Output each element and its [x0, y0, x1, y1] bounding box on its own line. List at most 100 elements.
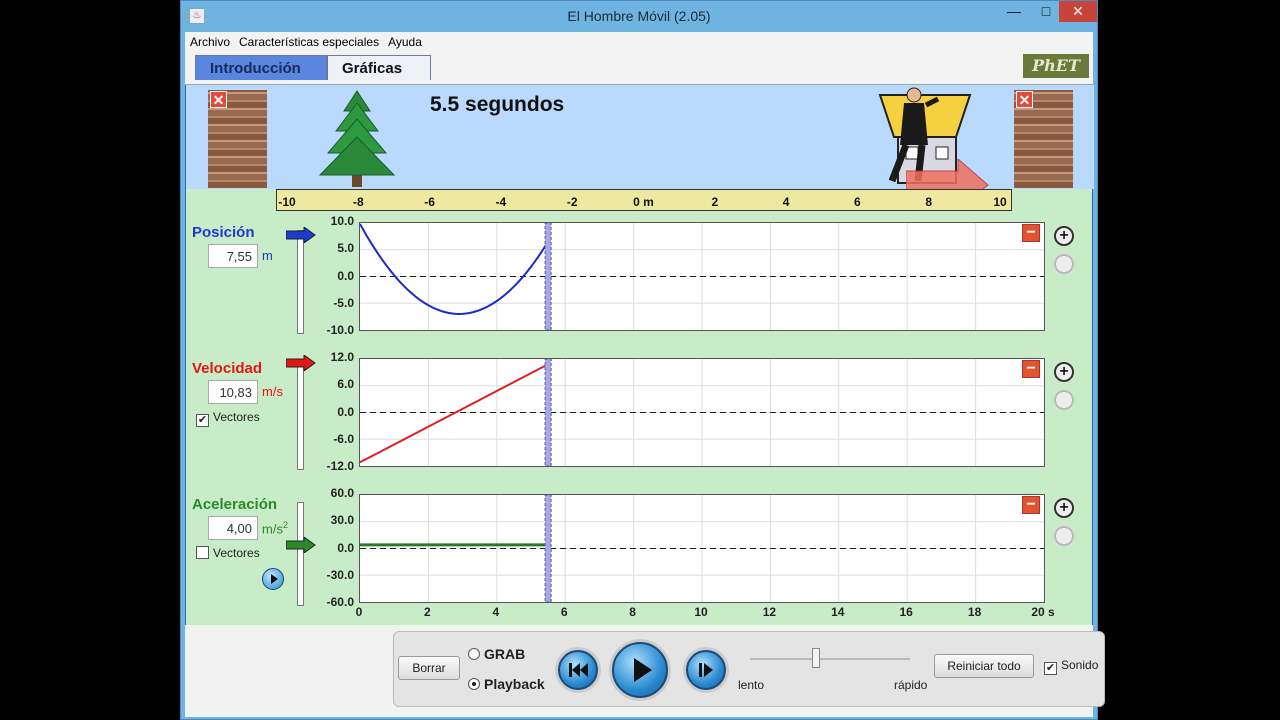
- rewind-button[interactable]: [558, 650, 598, 690]
- velocity-unit-text: m/s: [262, 384, 283, 399]
- speed-slow-label: lento: [738, 678, 765, 692]
- acceleration-time-cursor: [544, 495, 552, 602]
- ruler-tick-label: 6: [854, 195, 861, 209]
- ruler-tick-label: 2: [711, 195, 719, 209]
- velocity-vectors-checkbox[interactable]: ✔ Vectores: [196, 410, 260, 427]
- acceleration-graph[interactable]: [359, 494, 1045, 603]
- position-slider-arrow-icon[interactable]: [286, 227, 316, 244]
- ruler-tick-label: -2: [566, 195, 578, 209]
- simulation-canvas: ✕ ✕ 5.5 segundos -10 -8 -6 -4 -2 0 m 2 4…: [185, 85, 1094, 625]
- velocity-unit: m/s: [262, 384, 283, 399]
- position-plot-svg: [360, 223, 1044, 330]
- time-axis-tick-label: 4: [492, 605, 500, 619]
- step-forward-button[interactable]: [686, 650, 726, 690]
- maximize-button[interactable]: □: [1033, 1, 1059, 22]
- ruler-tick-label: 0 m: [633, 195, 654, 209]
- ruler-tick-label: 8: [925, 195, 933, 209]
- rewind-icon: [569, 663, 588, 677]
- velocity-zoom-out-icon[interactable]: [1054, 390, 1074, 410]
- record-radio[interactable]: GRAB: [468, 646, 525, 662]
- play-button[interactable]: [612, 642, 668, 698]
- position-series-line: [360, 223, 549, 315]
- velocity-y-tick-label: 12.0: [330, 350, 354, 364]
- velocity-value-input[interactable]: 10,83: [208, 380, 258, 404]
- ruler-tick-label: 10: [993, 195, 1007, 209]
- acceleration-slider-arrow-icon[interactable]: [286, 536, 316, 553]
- speed-fast-label: rápido: [894, 678, 928, 692]
- speed-slider-track[interactable]: [750, 658, 910, 660]
- tab-graficas[interactable]: Gráficas: [327, 55, 431, 80]
- velocity-slider[interactable]: [297, 366, 304, 470]
- position-zoom-out-icon[interactable]: [1054, 254, 1074, 274]
- acceleration-y-tick-label: 60.0: [330, 486, 354, 500]
- menu-caracteristicas[interactable]: Características especiales: [234, 32, 383, 49]
- close-window-button[interactable]: ✕: [1059, 1, 1097, 22]
- acceleration-vectors-checkbox[interactable]: Vectores: [196, 546, 260, 560]
- velocity-y-tick-label: -12.0: [326, 459, 354, 473]
- mini-play-icon: [271, 574, 278, 584]
- tree-icon: [318, 90, 396, 187]
- position-label: Posición: [192, 224, 255, 241]
- tab-introduccion[interactable]: Introducción: [195, 55, 327, 80]
- time-axis-tick-label: 6: [560, 605, 568, 619]
- sound-checkbox[interactable]: ✔ Sonido: [1044, 658, 1098, 675]
- acceleration-slider[interactable]: [297, 502, 304, 606]
- ruler-tick-label: -10: [278, 195, 296, 209]
- clear-button[interactable]: Borrar: [398, 656, 460, 680]
- position-y-tick-label: -5.0: [333, 295, 354, 310]
- position-minimize-graph-button[interactable]: −: [1022, 224, 1040, 242]
- acceleration-zoom-in-icon[interactable]: +: [1054, 498, 1074, 518]
- velocity-y-tick-label: 0.0: [337, 404, 354, 419]
- acceleration-minimize-graph-button[interactable]: −: [1022, 496, 1040, 514]
- velocity-slider-arrow-icon[interactable]: [286, 355, 316, 372]
- mini-play-button[interactable]: [262, 568, 284, 590]
- acceleration-label: Aceleración: [192, 496, 278, 513]
- phet-logo[interactable]: PhET: [1023, 54, 1089, 78]
- time-axis-tick-label: 16: [899, 605, 913, 619]
- tab-bar: Introducción Gráficas PhET: [185, 52, 1093, 85]
- title-bar: ♨ El Hombre Móvil (2.05) — □ ✕: [181, 1, 1097, 32]
- time-axis-tick-label: 18: [967, 605, 982, 619]
- velocity-graph[interactable]: [359, 358, 1045, 467]
- acceleration-vectors-check-icon: [196, 546, 209, 559]
- acceleration-zoom-out-icon[interactable]: [1054, 526, 1074, 546]
- position-ruler: -10 -8 -6 -4 -2 0 m 2 4 6 8 10: [276, 189, 1012, 211]
- playback-radio[interactable]: Playback: [468, 676, 545, 692]
- menu-bar: Archivo Características especiales Ayuda: [185, 32, 1093, 52]
- sound-check-icon: ✔: [1044, 662, 1057, 675]
- position-slider[interactable]: [297, 230, 304, 334]
- velocity-vectors-label: Vectores: [213, 410, 260, 424]
- play-icon: [634, 658, 652, 682]
- right-wall-close-icon[interactable]: ✕: [1016, 91, 1033, 108]
- position-unit: m: [262, 248, 273, 263]
- minimize-button[interactable]: —: [999, 1, 1029, 22]
- position-graph[interactable]: [359, 222, 1045, 331]
- position-zoom-in-icon[interactable]: +: [1054, 226, 1074, 246]
- speed-slider-thumb[interactable]: [812, 648, 820, 668]
- step-forward-icon: [699, 663, 713, 677]
- position-y-tick-label: 5.0: [337, 241, 354, 256]
- position-time-cursor: [544, 223, 552, 330]
- velocity-vectors-check-icon: ✔: [196, 414, 209, 427]
- ruler-tick-label: -6: [424, 195, 435, 209]
- velocity-series-line: [360, 363, 549, 464]
- menu-archivo[interactable]: Archivo: [185, 32, 234, 49]
- left-wall-close-icon[interactable]: ✕: [210, 91, 227, 108]
- velocity-time-cursor: [544, 359, 552, 466]
- playback-panel: Borrar GRAB Playback lento rápido Reinic…: [393, 631, 1105, 707]
- elapsed-time: 5.5 segundos: [430, 93, 565, 116]
- position-unit-text: m: [262, 248, 273, 263]
- acceleration-vectors-label: Vectores: [213, 546, 260, 560]
- app-window: ♨ El Hombre Móvil (2.05) — □ ✕ Archivo Ca…: [180, 0, 1105, 720]
- acceleration-value-input[interactable]: 4,00: [208, 516, 258, 540]
- window-title: El Hombre Móvil (2.05): [567, 8, 711, 24]
- menu-ayuda[interactable]: Ayuda: [383, 32, 426, 49]
- acceleration-y-tick-label: -30.0: [326, 567, 354, 582]
- play-area: ✕ ✕ 5.5 segundos: [186, 85, 1094, 211]
- reset-all-button[interactable]: Reiniciar todo: [934, 654, 1034, 678]
- position-y-tick-label: 0.0: [337, 268, 354, 283]
- position-y-tick-label: -10.0: [326, 323, 354, 337]
- velocity-minimize-graph-button[interactable]: −: [1022, 360, 1040, 378]
- velocity-zoom-in-icon[interactable]: +: [1054, 362, 1074, 382]
- position-value-input[interactable]: 7,55: [208, 244, 258, 268]
